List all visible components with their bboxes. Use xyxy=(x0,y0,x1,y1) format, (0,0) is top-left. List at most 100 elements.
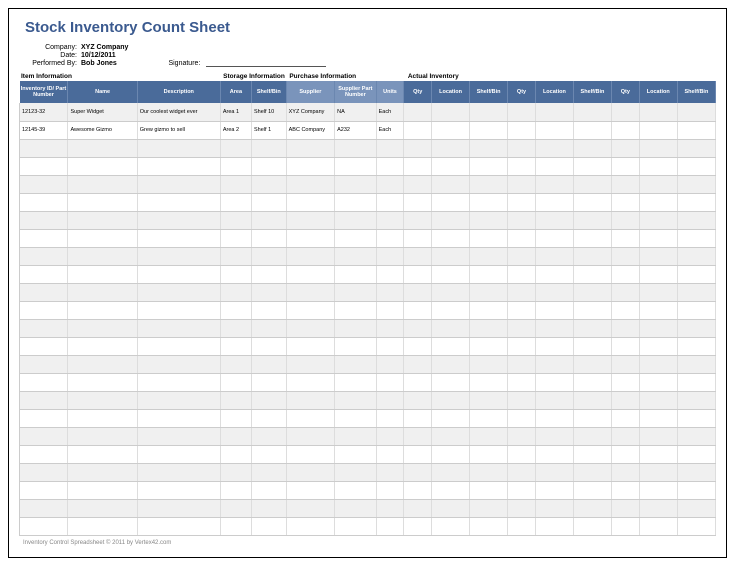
cell-s1 xyxy=(470,283,508,301)
cell-q3 xyxy=(612,409,640,427)
cell-s3 xyxy=(677,355,715,373)
cell-s1 xyxy=(470,193,508,211)
cell-area xyxy=(220,427,251,445)
inventory-table: Inventory ID/ Part Number Name Descripti… xyxy=(19,81,716,536)
cell-q1 xyxy=(404,175,432,193)
cell-desc xyxy=(137,373,220,391)
cell-shelf xyxy=(252,283,287,301)
cell-desc xyxy=(137,265,220,283)
cell-q1 xyxy=(404,355,432,373)
cell-q3 xyxy=(612,319,640,337)
cell-s1 xyxy=(470,247,508,265)
cell-name xyxy=(68,319,137,337)
cell-l2 xyxy=(535,427,573,445)
cell-q1 xyxy=(404,319,432,337)
cell-name xyxy=(68,445,137,463)
cell-shelf xyxy=(252,373,287,391)
cell-shelf xyxy=(252,391,287,409)
cell-l3 xyxy=(639,211,677,229)
cell-units xyxy=(376,373,404,391)
cell-desc xyxy=(137,463,220,481)
cell-shelf xyxy=(252,445,287,463)
cell-supplier xyxy=(286,157,334,175)
company-value: XYZ Company xyxy=(81,44,128,51)
table-row xyxy=(20,139,716,157)
cell-l3 xyxy=(639,103,677,121)
meta-block: Company: XYZ Company Date: 10/12/2011 Pe… xyxy=(19,44,716,67)
cell-s3 xyxy=(677,499,715,517)
cell-s3 xyxy=(677,319,715,337)
cell-name xyxy=(68,481,137,499)
cell-s3 xyxy=(677,193,715,211)
cell-l1 xyxy=(432,499,470,517)
signature-label: Signature: xyxy=(168,60,200,67)
cell-shelf xyxy=(252,427,287,445)
cell-name xyxy=(68,157,137,175)
cell-s2 xyxy=(573,427,611,445)
cell-name xyxy=(68,229,137,247)
cell-s2 xyxy=(573,445,611,463)
cell-supplier xyxy=(286,319,334,337)
cell-area xyxy=(220,139,251,157)
performed-label: Performed By: xyxy=(25,60,77,67)
table-row xyxy=(20,157,716,175)
cell-name xyxy=(68,517,137,535)
cell-l2 xyxy=(535,445,573,463)
cell-s2 xyxy=(573,193,611,211)
cell-supplier xyxy=(286,409,334,427)
cell-s1 xyxy=(470,445,508,463)
cell-units xyxy=(376,355,404,373)
cell-spn xyxy=(335,481,377,499)
cell-desc xyxy=(137,283,220,301)
cell-s1 xyxy=(470,409,508,427)
cell-s2 xyxy=(573,211,611,229)
cell-l3 xyxy=(639,265,677,283)
cell-l3 xyxy=(639,481,677,499)
cell-spn: NA xyxy=(335,103,377,121)
cell-l3 xyxy=(639,157,677,175)
cell-s2 xyxy=(573,499,611,517)
cell-units xyxy=(376,337,404,355)
cell-s1 xyxy=(470,229,508,247)
th-loc-3: Location xyxy=(639,81,677,103)
cell-area xyxy=(220,499,251,517)
cell-l2 xyxy=(535,337,573,355)
cell-q1 xyxy=(404,391,432,409)
cell-q3 xyxy=(612,157,640,175)
cell-name xyxy=(68,175,137,193)
cell-s2 xyxy=(573,373,611,391)
cell-s1 xyxy=(470,301,508,319)
cell-supplier: ABC Company xyxy=(286,121,334,139)
cell-q3 xyxy=(612,481,640,499)
cell-desc xyxy=(137,229,220,247)
cell-name: Awesome Gizmo xyxy=(68,121,137,139)
cell-s2 xyxy=(573,355,611,373)
cell-units xyxy=(376,229,404,247)
cell-l1 xyxy=(432,121,470,139)
cell-shelf xyxy=(252,337,287,355)
th-loc-1: Location xyxy=(432,81,470,103)
cell-s1 xyxy=(470,355,508,373)
cell-area: Area 2 xyxy=(220,121,251,139)
cell-l3 xyxy=(639,301,677,319)
cell-shelf: Shelf 1 xyxy=(252,121,287,139)
cell-supplier xyxy=(286,229,334,247)
cell-s1 xyxy=(470,373,508,391)
cell-shelf xyxy=(252,499,287,517)
column-groups: Item Information Storage Information Pur… xyxy=(19,71,716,81)
cell-spn xyxy=(335,229,377,247)
cell-inv xyxy=(20,139,68,157)
cell-s2 xyxy=(573,409,611,427)
cell-supplier xyxy=(286,211,334,229)
cell-l1 xyxy=(432,481,470,499)
cell-s1 xyxy=(470,391,508,409)
cell-area: Area 1 xyxy=(220,103,251,121)
cell-area xyxy=(220,481,251,499)
table-row xyxy=(20,193,716,211)
cell-q3 xyxy=(612,445,640,463)
cell-area xyxy=(220,463,251,481)
cell-spn xyxy=(335,265,377,283)
cell-inv xyxy=(20,409,68,427)
cell-inv xyxy=(20,193,68,211)
cell-spn xyxy=(335,247,377,265)
